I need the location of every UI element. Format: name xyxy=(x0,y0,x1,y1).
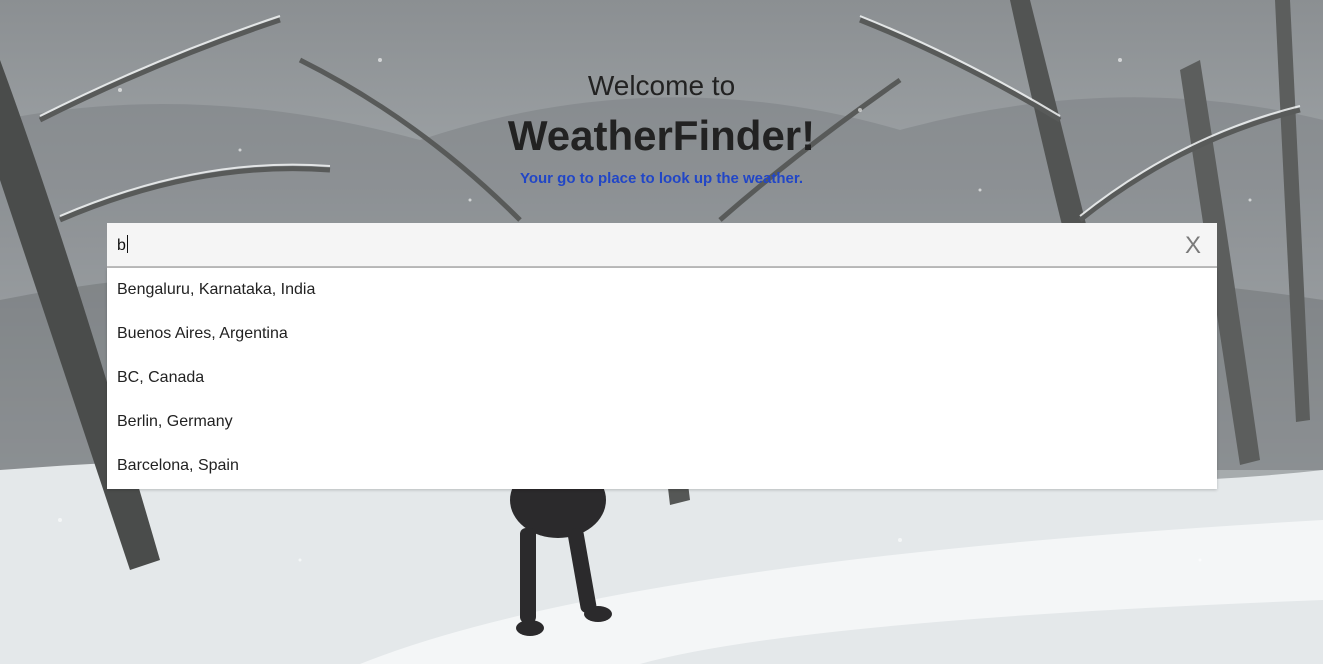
suggestion-item[interactable]: Barcelona, Spain xyxy=(107,444,1217,488)
suggestion-item[interactable]: Berlin, Germany xyxy=(107,400,1217,444)
suggestion-item[interactable]: Bengaluru, Karnataka, India xyxy=(107,268,1217,312)
tagline: Your go to place to look up the weather. xyxy=(519,170,804,187)
text-caret xyxy=(126,235,128,253)
suggestions-dropdown: Bengaluru, Karnataka, India Buenos Aires… xyxy=(107,268,1217,489)
search-bar[interactable]: b X xyxy=(107,223,1217,268)
search-input-value: b xyxy=(117,237,126,254)
suggestion-item[interactable]: BC, Canada xyxy=(107,356,1217,400)
welcome-text: Welcome to xyxy=(587,70,736,101)
suggestion-item[interactable]: Buenos Aires, Argentina xyxy=(107,312,1217,356)
search-input[interactable]: b xyxy=(117,235,128,255)
clear-search-button[interactable]: X xyxy=(1185,232,1201,260)
app-title: WeatherFinder! xyxy=(507,112,816,159)
